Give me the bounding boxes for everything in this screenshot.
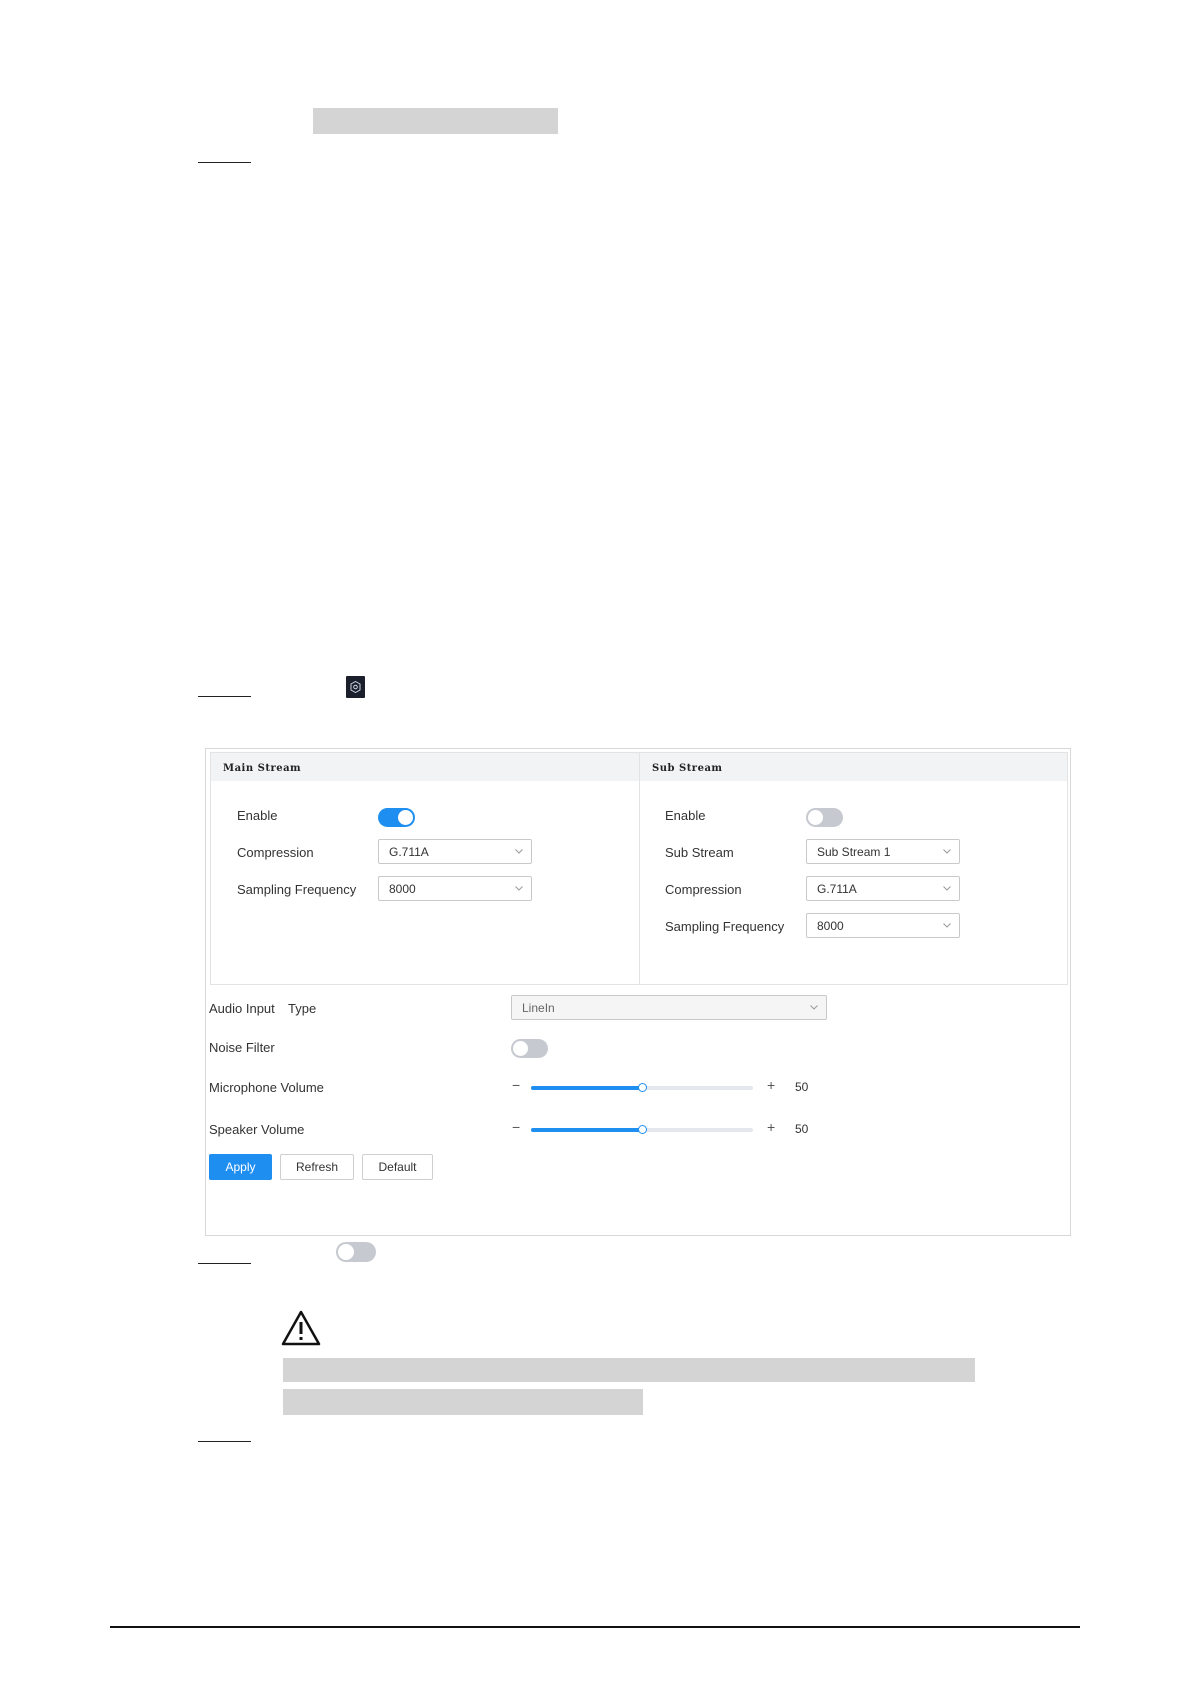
- chevron-down-icon: [515, 849, 523, 854]
- speaker-volume-slider[interactable]: [531, 1125, 753, 1134]
- microphone-volume-value: 50: [795, 1080, 809, 1094]
- step-marker: [198, 1263, 251, 1264]
- main-sampling-label: Sampling Frequency: [237, 882, 357, 897]
- minus-icon[interactable]: −: [512, 1077, 520, 1093]
- main-sampling-value: 8000: [389, 882, 416, 896]
- redacted-warning-text: [283, 1389, 643, 1415]
- refresh-button[interactable]: Refresh: [280, 1154, 354, 1180]
- noise-filter-label: Noise Filter: [209, 1040, 275, 1055]
- toggle-knob: [398, 810, 413, 825]
- chevron-down-icon: [943, 923, 951, 928]
- redacted-warning-text: [283, 1358, 975, 1382]
- main-compression-value: G.711A: [389, 845, 429, 859]
- gear-icon: [346, 676, 365, 698]
- chevron-down-icon: [943, 886, 951, 891]
- chevron-down-icon: [810, 1005, 818, 1010]
- step-marker: [198, 696, 251, 697]
- warning-icon: [281, 1310, 321, 1346]
- sub-sampling-label: Sampling Frequency: [665, 919, 785, 934]
- speaker-volume-label: Speaker Volume: [209, 1122, 305, 1137]
- slider-fill: [531, 1086, 642, 1090]
- inline-toggle-icon: [336, 1242, 376, 1262]
- sub-stream-value: Sub Stream 1: [817, 845, 891, 859]
- audio-input-type-label: Type: [288, 1001, 317, 1016]
- main-compression-label: Compression: [237, 845, 314, 860]
- plus-icon[interactable]: +: [767, 1077, 775, 1093]
- sub-compression-value: G.711A: [817, 882, 857, 896]
- sub-stream-header: Sub Stream: [640, 753, 1067, 781]
- sub-compression-label: Compression: [665, 882, 742, 897]
- speaker-volume-value: 50: [795, 1122, 809, 1136]
- main-enable-label: Enable: [237, 808, 278, 823]
- sub-stream-title: Sub Stream: [652, 763, 723, 774]
- audio-input-type-value: LineIn: [522, 1001, 555, 1015]
- sub-sampling-value: 8000: [817, 919, 844, 933]
- sub-stream-select[interactable]: Sub Stream 1: [806, 839, 960, 864]
- sub-stream-label: Sub Stream: [665, 845, 734, 860]
- chevron-down-icon: [515, 886, 523, 891]
- sub-stream-section: Sub Stream Enable Sub Stream Sub Stream …: [640, 753, 1067, 984]
- redacted-text-block: [313, 108, 558, 134]
- main-sampling-select[interactable]: 8000: [378, 876, 532, 901]
- microphone-volume-label: Microphone Volume: [209, 1080, 324, 1095]
- sub-sampling-select[interactable]: 8000: [806, 913, 960, 938]
- main-stream-header: Main Stream: [211, 753, 639, 781]
- microphone-volume-slider[interactable]: [531, 1083, 753, 1092]
- sub-enable-label: Enable: [665, 808, 706, 823]
- audio-input-label: Audio Input: [209, 1001, 275, 1016]
- toggle-knob: [808, 810, 823, 825]
- slider-thumb[interactable]: [638, 1125, 647, 1134]
- noise-filter-toggle[interactable]: [511, 1039, 548, 1058]
- main-stream-section: Main Stream Enable Compression G.711A Sa…: [211, 753, 639, 984]
- step-marker: [198, 162, 251, 163]
- audio-settings-panel: Main Stream Enable Compression G.711A Sa…: [205, 748, 1071, 1236]
- slider-thumb[interactable]: [638, 1083, 647, 1092]
- toggle-knob: [338, 1244, 354, 1260]
- sub-enable-toggle[interactable]: [806, 808, 843, 827]
- main-compression-select[interactable]: G.711A: [378, 839, 532, 864]
- default-button[interactable]: Default: [362, 1154, 433, 1180]
- chevron-down-icon: [943, 849, 951, 854]
- apply-button[interactable]: Apply: [209, 1154, 272, 1180]
- main-enable-toggle[interactable]: [378, 808, 415, 827]
- toggle-knob: [513, 1041, 528, 1056]
- minus-icon[interactable]: −: [512, 1119, 520, 1135]
- slider-fill: [531, 1128, 642, 1132]
- step-marker: [198, 1441, 251, 1442]
- page-footer-rule: [110, 1626, 1080, 1628]
- main-stream-title: Main Stream: [223, 763, 302, 774]
- audio-input-type-select[interactable]: LineIn: [511, 995, 827, 1020]
- sub-compression-select[interactable]: G.711A: [806, 876, 960, 901]
- plus-icon[interactable]: +: [767, 1119, 775, 1135]
- stream-settings-box: Main Stream Enable Compression G.711A Sa…: [210, 752, 1068, 985]
